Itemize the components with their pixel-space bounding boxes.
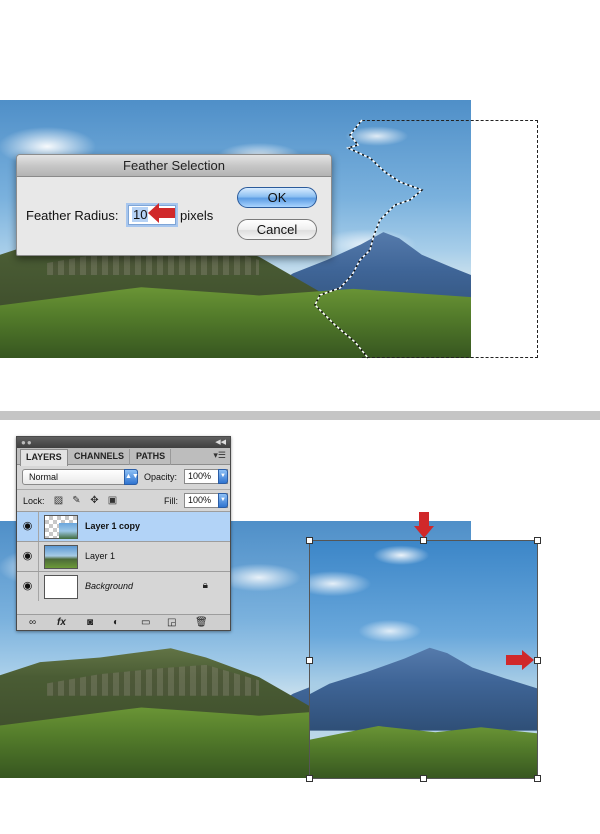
fill-field[interactable]: 100% ▼	[184, 493, 228, 508]
panel-tabs: LAYERS CHANNELS PATHS ▾☰	[17, 448, 230, 466]
ok-button[interactable]: OK	[237, 187, 317, 208]
red-arrow-left-icon	[148, 203, 175, 223]
new-layer-icon[interactable]: ◲	[167, 617, 176, 629]
layer-row[interactable]: ◉ Layer 1 copy	[17, 511, 230, 541]
cancel-button[interactable]: Cancel	[237, 219, 317, 240]
layer-row[interactable]: ◉ Layer 1	[17, 541, 230, 571]
blend-row: Normal ▲▼ Opacity: 100% ▼	[17, 465, 230, 489]
blend-mode-select[interactable]: Normal ▲▼	[22, 469, 139, 485]
eye-icon[interactable]: ◉	[17, 542, 39, 571]
collapse-icon[interactable]: ◀◀	[215, 438, 226, 447]
opacity-field[interactable]: 100% ▼	[184, 469, 228, 484]
transform-handle-right[interactable]	[534, 657, 541, 664]
eye-icon[interactable]: ◉	[17, 572, 39, 601]
tab-layers[interactable]: LAYERS	[20, 449, 68, 466]
opacity-label: Opacity:	[144, 472, 178, 482]
transform-handle-top[interactable]	[420, 537, 427, 544]
transform-handle-bottom[interactable]	[420, 775, 427, 782]
panel-menu-icon[interactable]: ▾☰	[213, 450, 226, 461]
layer-name: Layer 1	[85, 551, 116, 561]
lock-label: Lock:	[23, 496, 45, 506]
panel-footer: ∞ fx ◙ ◐ ▭ ◲ 🗑︎	[17, 614, 230, 630]
layer-thumbnail	[44, 545, 78, 569]
feather-radius-label: Feather Radius:	[26, 208, 119, 223]
lock-transparent-icon[interactable]: ▨	[53, 495, 64, 506]
fill-label: Fill:	[164, 496, 178, 506]
folder-icon[interactable]: ▭	[141, 617, 150, 629]
fill-value: 100%	[188, 495, 212, 505]
layer-name: Layer 1 copy	[85, 521, 141, 531]
tab-channels[interactable]: CHANNELS	[69, 449, 131, 465]
dialog-title: Feather Selection	[17, 155, 331, 177]
transform-handle-left[interactable]	[306, 657, 313, 664]
transform-handle-top-left[interactable]	[306, 537, 313, 544]
tab-paths[interactable]: PATHS	[131, 449, 172, 465]
tutorial-canvas: Feather Selection Feather Radius: 10 pix…	[0, 0, 600, 834]
transform-handle-bottom-right[interactable]	[534, 775, 541, 782]
dropdown-arrow-icon[interactable]: ▼	[218, 469, 228, 484]
layers-panel: ●● ◀◀ LAYERS CHANNELS PATHS ▾☰ Normal ▲▼…	[16, 436, 231, 631]
fx-icon[interactable]: fx	[57, 617, 66, 629]
red-arrow-down-icon	[414, 512, 434, 538]
mask-icon[interactable]: ◙	[87, 617, 93, 629]
red-arrow-right-icon	[506, 650, 534, 670]
lock-all-icon[interactable]: ▣	[107, 495, 118, 506]
unit-label: pixels	[180, 208, 214, 223]
opacity-value: 100%	[188, 471, 212, 481]
grip-icon[interactable]: ●●	[21, 439, 33, 447]
feather-radius-value: 10	[132, 207, 149, 222]
lock-icon: 🔒︎	[202, 580, 208, 591]
blend-mode-value: Normal	[29, 472, 59, 482]
layer-name: Background	[85, 581, 134, 591]
adjustment-icon[interactable]: ◐	[113, 617, 119, 629]
transform-handle-top-right[interactable]	[534, 537, 541, 544]
free-transform-box[interactable]	[306, 537, 541, 782]
section-divider	[0, 411, 600, 420]
dropdown-arrow-icon[interactable]: ▼	[218, 493, 228, 508]
lock-brush-icon[interactable]: ✎	[71, 495, 82, 506]
eye-icon[interactable]: ◉	[17, 512, 39, 541]
lock-move-icon[interactable]: ✥	[89, 495, 100, 506]
layer-thumbnail	[44, 515, 78, 539]
layer-thumbnail	[44, 575, 78, 599]
trash-icon[interactable]: 🗑︎	[195, 617, 208, 629]
panel-header: ●● ◀◀	[17, 437, 230, 448]
link-icon[interactable]: ∞	[29, 617, 36, 629]
lock-row: Lock: ▨ ✎ ✥ ▣ Fill: 100% ▼	[17, 489, 230, 511]
transform-handle-bottom-left[interactable]	[306, 775, 313, 782]
layer-row[interactable]: ◉ Background 🔒︎	[17, 571, 230, 601]
select-arrows-icon: ▲▼	[124, 469, 139, 485]
